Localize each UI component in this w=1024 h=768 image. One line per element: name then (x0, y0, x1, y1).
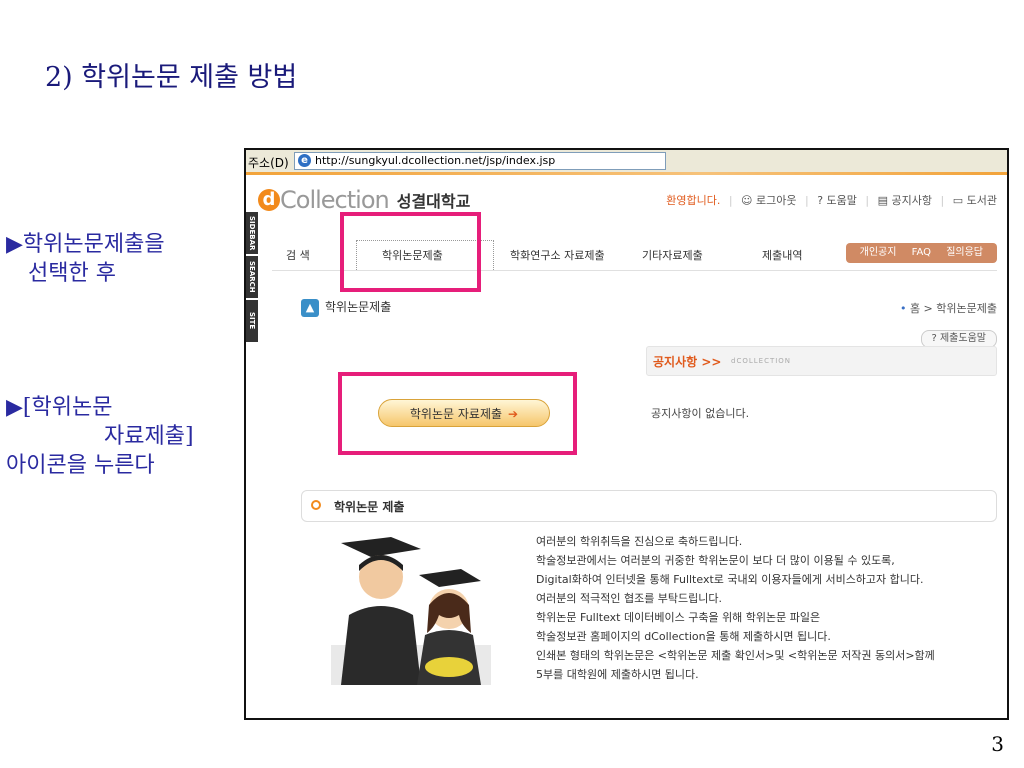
description-line: 학위논문 Fulltext 데이터베이스 구축을 위해 학위논문 파일은 (536, 611, 821, 624)
note2-line1: ▶[학위논문 (6, 395, 113, 420)
notice-empty-text: 공지사항이 없습니다. (651, 407, 750, 420)
top-links: 환영합니다. | ☺ 로그아웃 | ? 도움말 | ▤ 공지사항 | ▭ 도서관 (666, 194, 997, 207)
highlight-nav-thesis-submit (340, 212, 481, 292)
nav-search[interactable]: 검 색 (286, 247, 310, 263)
nav-faq[interactable]: FAQ (912, 247, 931, 258)
instruction-note-2: ▶[학위논문 자료제출] 아이콘을 누른다 (6, 393, 226, 480)
note2-line3: 아이콘을 누른다 (6, 453, 155, 478)
note1-line1: ▶학위논문제출을 (6, 232, 165, 257)
nav-other-submit[interactable]: 기타자료제출 (642, 247, 703, 263)
side-tab-sidebar[interactable]: SIDEBAR (246, 212, 258, 254)
logo-d-icon: d (258, 189, 280, 211)
description-line: 5부를 대학원에 제출하시면 됩니다. (536, 668, 699, 681)
thesis-section-bar: 학위논문 제출 (301, 490, 997, 522)
description-line: 여러분의 적극적인 협조를 부탁드립니다. (536, 592, 723, 605)
breadcrumb-text: 홈 > 학위논문제출 (909, 302, 997, 315)
section-header: ▲ 학위논문제출 (301, 298, 391, 317)
url-text: http://sungkyul.dcollection.net/jsp/inde… (315, 154, 556, 167)
notice-title[interactable]: 공지사항 >> (653, 353, 721, 370)
nav-institute-submit[interactable]: 학화연구소 자료제출 (510, 247, 605, 263)
description-line: 학술정보관에서는 여러분의 귀중한 학위논문이 보다 더 많이 이용될 수 있도… (536, 554, 895, 567)
notice-link[interactable]: ▤ 공지사항 (878, 194, 932, 207)
ie-icon: e (298, 154, 311, 167)
description-text: 여러분의 학위취득을 진심으로 축하드립니다. 학술정보관에서는 여러분의 귀중… (536, 532, 996, 684)
logo-university: 성결대학교 (396, 192, 471, 211)
page-number: 3 (991, 732, 1004, 756)
side-tab-search[interactable]: SEARCH (246, 256, 258, 298)
graduates-illustration (331, 537, 491, 685)
instruction-note-1: ▶학위논문제출을 선택한 후 (6, 230, 165, 288)
url-field[interactable]: e http://sungkyul.dcollection.net/jsp/in… (294, 152, 666, 170)
slide-title: 2) 학위논문 제출 방법 (45, 62, 298, 93)
address-label: 주소(D) (248, 156, 289, 170)
help-link[interactable]: ? 도움말 (817, 194, 857, 207)
section-title: 학위논문제출 (325, 300, 392, 314)
side-tabs: SIDEBAR SEARCH SITE (246, 212, 258, 344)
side-tab-site[interactable]: SITE (246, 300, 258, 342)
description-line: 학술정보관 홈페이지의 dCollection을 통해 제출하시면 됩니다. (536, 630, 831, 643)
welcome-text: 환영합니다. (666, 194, 721, 207)
note2-line2: 자료제출] (104, 424, 194, 449)
library-link[interactable]: ▭ 도서관 (953, 194, 997, 207)
nav-submission-history[interactable]: 제출내역 (762, 247, 802, 263)
description-line: 여러분의 학위취득을 진심으로 축하드립니다. (536, 535, 743, 548)
nav-qna[interactable]: 질의응답 (946, 247, 983, 258)
logo-text: Collection (280, 186, 390, 214)
description-line: 인쇄본 형태의 학위논문은 <학위논문 제출 확인서>및 <학위논문 저작권 동… (536, 649, 935, 662)
header-stripe (246, 172, 1007, 175)
notice-subtitle: dCOLLECTION (731, 357, 792, 365)
breadcrumb: • 홈 > 학위논문제출 (899, 302, 997, 315)
nav-personal-notice[interactable]: 개인공지 (860, 247, 897, 258)
note1-line2: 선택한 후 (28, 261, 116, 286)
circle-bullet-icon (311, 500, 321, 510)
highlight-thesis-submit-button (338, 372, 577, 455)
nav-right-group: 개인공지 FAQ 질의응답 (845, 243, 997, 263)
description-line: Digital화하여 인터넷을 통해 Fulltext로 국내외 이용자들에게 … (536, 573, 924, 586)
address-bar: 주소(D) e http://sungkyul.dcollection.net/… (246, 150, 1007, 173)
notice-bar: 공지사항 >> dCOLLECTION (646, 346, 997, 376)
thesis-section-title: 학위논문 제출 (334, 500, 405, 514)
graduation-cap-icon: ▲ (301, 298, 319, 317)
logout-link[interactable]: ☺ 로그아웃 (741, 194, 796, 207)
